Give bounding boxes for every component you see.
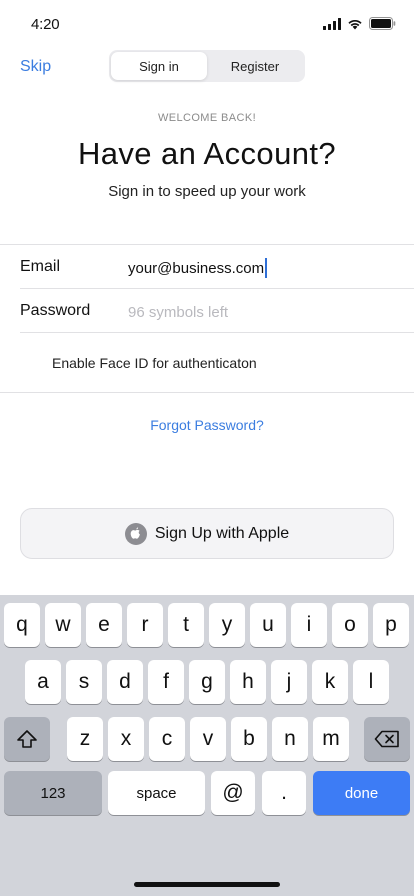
key-c[interactable]: c: [149, 717, 185, 761]
welcome-eyebrow: WELCOME BACK!: [157, 112, 257, 124]
apple-button-label: Sign Up with Apple: [154, 524, 290, 542]
key-o[interactable]: o: [332, 603, 368, 647]
key-g[interactable]: g: [189, 660, 225, 704]
wifi-icon: [348, 19, 362, 29]
key-j[interactable]: j: [271, 660, 307, 704]
key-s[interactable]: s: [66, 660, 102, 704]
key-h[interactable]: h: [230, 660, 266, 704]
key-k[interactable]: k: [312, 660, 348, 704]
key-f[interactable]: f: [148, 660, 184, 704]
page-subtitle: Sign in to speed up your work: [108, 183, 306, 200]
shift-icon: [17, 730, 37, 748]
face-id-toggle-label[interactable]: Enable Face ID for authenticaton: [52, 355, 257, 371]
password-field[interactable]: [128, 300, 388, 324]
field-divider: [20, 332, 414, 333]
form-top-divider: [0, 244, 414, 245]
field-divider: [20, 288, 414, 289]
home-indicator: [134, 882, 280, 887]
status-bar: 4:20: [0, 0, 414, 48]
backspace-icon: [374, 730, 399, 748]
email-label: Email: [20, 258, 61, 275]
tab-register[interactable]: Register: [207, 52, 303, 80]
dot-key[interactable]: .: [262, 771, 306, 815]
key-a[interactable]: a: [25, 660, 61, 704]
key-r[interactable]: r: [127, 603, 163, 647]
email-field[interactable]: [128, 256, 388, 280]
status-icons: [323, 17, 396, 30]
key-e[interactable]: e: [86, 603, 122, 647]
skip-link[interactable]: Skip: [20, 58, 51, 76]
key-d[interactable]: d: [107, 660, 143, 704]
tab-sign-in[interactable]: Sign in: [111, 52, 207, 80]
forgot-password-link[interactable]: Forgot Password?: [0, 417, 414, 433]
key-z[interactable]: z: [67, 717, 103, 761]
shift-key[interactable]: [4, 717, 50, 761]
key-n[interactable]: n: [272, 717, 308, 761]
form-bottom-divider: [0, 392, 414, 393]
text-caret: [265, 258, 267, 278]
battery-icon: [369, 17, 396, 30]
done-key[interactable]: done: [313, 771, 410, 815]
key-m[interactable]: m: [313, 717, 349, 761]
auth-mode-segmented-control: Sign in Register: [109, 50, 305, 82]
key-p[interactable]: p: [373, 603, 409, 647]
key-u[interactable]: u: [250, 603, 286, 647]
key-v[interactable]: v: [190, 717, 226, 761]
numbers-key[interactable]: 123: [4, 771, 102, 815]
key-b[interactable]: b: [231, 717, 267, 761]
key-i[interactable]: i: [291, 603, 327, 647]
at-key[interactable]: @: [211, 771, 255, 815]
password-label: Password: [20, 302, 91, 319]
key-q[interactable]: q: [4, 603, 40, 647]
key-x[interactable]: x: [108, 717, 144, 761]
key-l[interactable]: l: [353, 660, 389, 704]
on-screen-keyboard: 123 space @ . done qwertyuiop asdfghjkl zx…: [0, 595, 414, 896]
key-y[interactable]: y: [209, 603, 245, 647]
page-title: Have an Account?: [77, 136, 337, 171]
key-t[interactable]: t: [168, 603, 204, 647]
delete-key[interactable]: [364, 717, 410, 761]
signal-icon: [323, 17, 341, 30]
sign-up-with-apple-button[interactable]: Sign Up with Apple: [20, 508, 394, 559]
key-w[interactable]: w: [45, 603, 81, 647]
space-key[interactable]: space: [108, 771, 205, 815]
apple-icon: [124, 522, 147, 545]
status-time: 4:20: [31, 16, 60, 33]
